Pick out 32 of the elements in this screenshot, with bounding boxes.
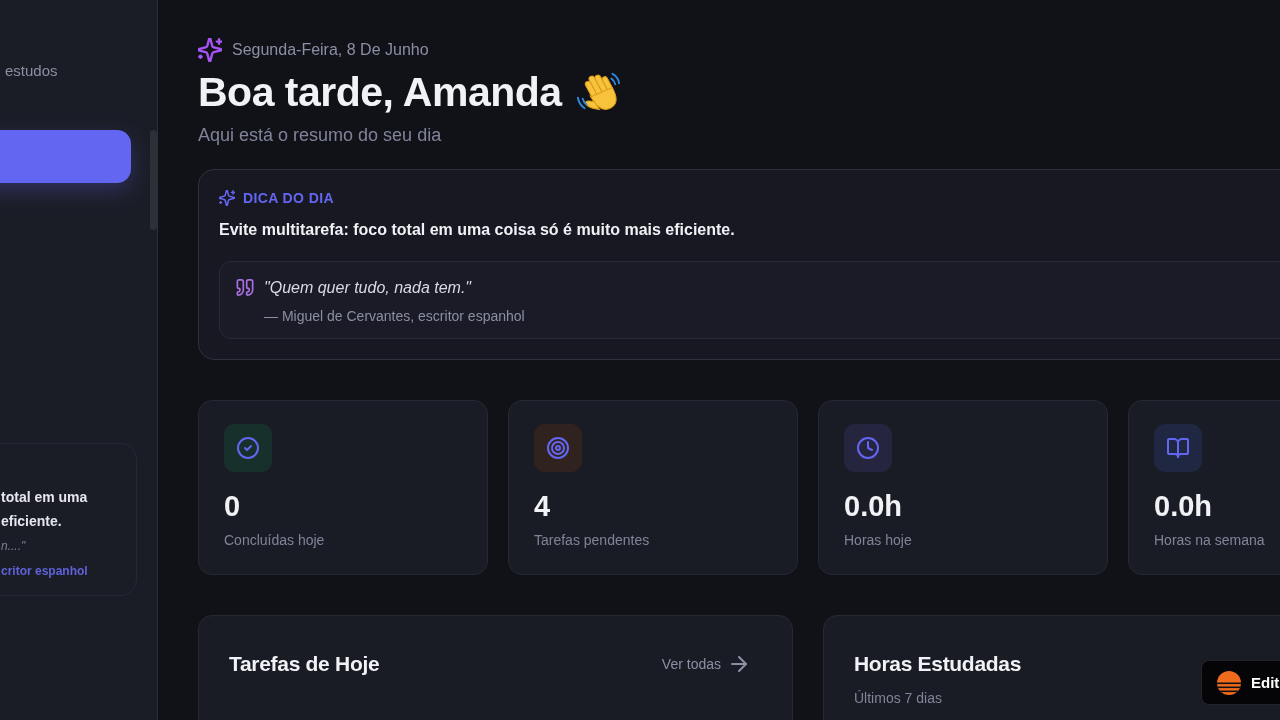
quote-text: "Quem quer tudo, nada tem." bbox=[264, 278, 473, 298]
greeting-heading: Boa tarde, Amanda bbox=[198, 68, 562, 116]
stat-label: Concluídas hoje bbox=[224, 531, 326, 549]
stat-label: Horas na semana bbox=[1154, 531, 1266, 549]
tip-text: Evite multitarefa: foco total em uma coisa só é muito mais eficiente. bbox=[219, 220, 736, 240]
scrollbar-thumb[interactable] bbox=[150, 130, 157, 230]
stat-label: Horas hoje bbox=[844, 531, 913, 549]
edit-button[interactable]: Edit bbox=[1201, 660, 1280, 705]
tip-text-line: eficiente. bbox=[1, 512, 63, 531]
summary-subtitle: Aqui está o resumo do seu dia bbox=[198, 124, 443, 147]
quote-author: — Miguel de Cervantes, escritor espanhol bbox=[264, 307, 525, 325]
card-title: Tarefas de Hoje bbox=[229, 651, 380, 677]
quote-author: critor espanhol bbox=[1, 563, 89, 580]
sidebar-subtitle: estudos bbox=[4, 62, 59, 80]
card-title: Horas Estudadas bbox=[854, 651, 1022, 677]
sidebar-nav-item[interactable] bbox=[0, 130, 131, 183]
date-text: Segunda-Feira, 8 De Junho bbox=[232, 40, 429, 60]
stat-value: 0 bbox=[224, 489, 242, 523]
stat-value: 0.0h bbox=[844, 489, 904, 523]
card-subtitle: Últimos 7 dias bbox=[854, 689, 942, 707]
see-all-link[interactable]: Ver todas bbox=[661, 655, 747, 673]
striped-sun-icon bbox=[1216, 669, 1242, 696]
sparkles-icon bbox=[219, 190, 235, 206]
stat-value: 0.0h bbox=[1154, 489, 1214, 523]
tip-text-line: total em uma bbox=[1, 488, 89, 507]
stat-label: Tarefas pendentes bbox=[534, 531, 651, 549]
stat-value: 4 bbox=[534, 489, 552, 523]
sparkles-icon bbox=[198, 38, 222, 62]
arrow-right-icon bbox=[731, 656, 747, 672]
tip-label: DICA DO DIA bbox=[243, 189, 334, 208]
quote-text: n...." bbox=[1, 538, 27, 555]
quote-icon bbox=[236, 279, 254, 296]
